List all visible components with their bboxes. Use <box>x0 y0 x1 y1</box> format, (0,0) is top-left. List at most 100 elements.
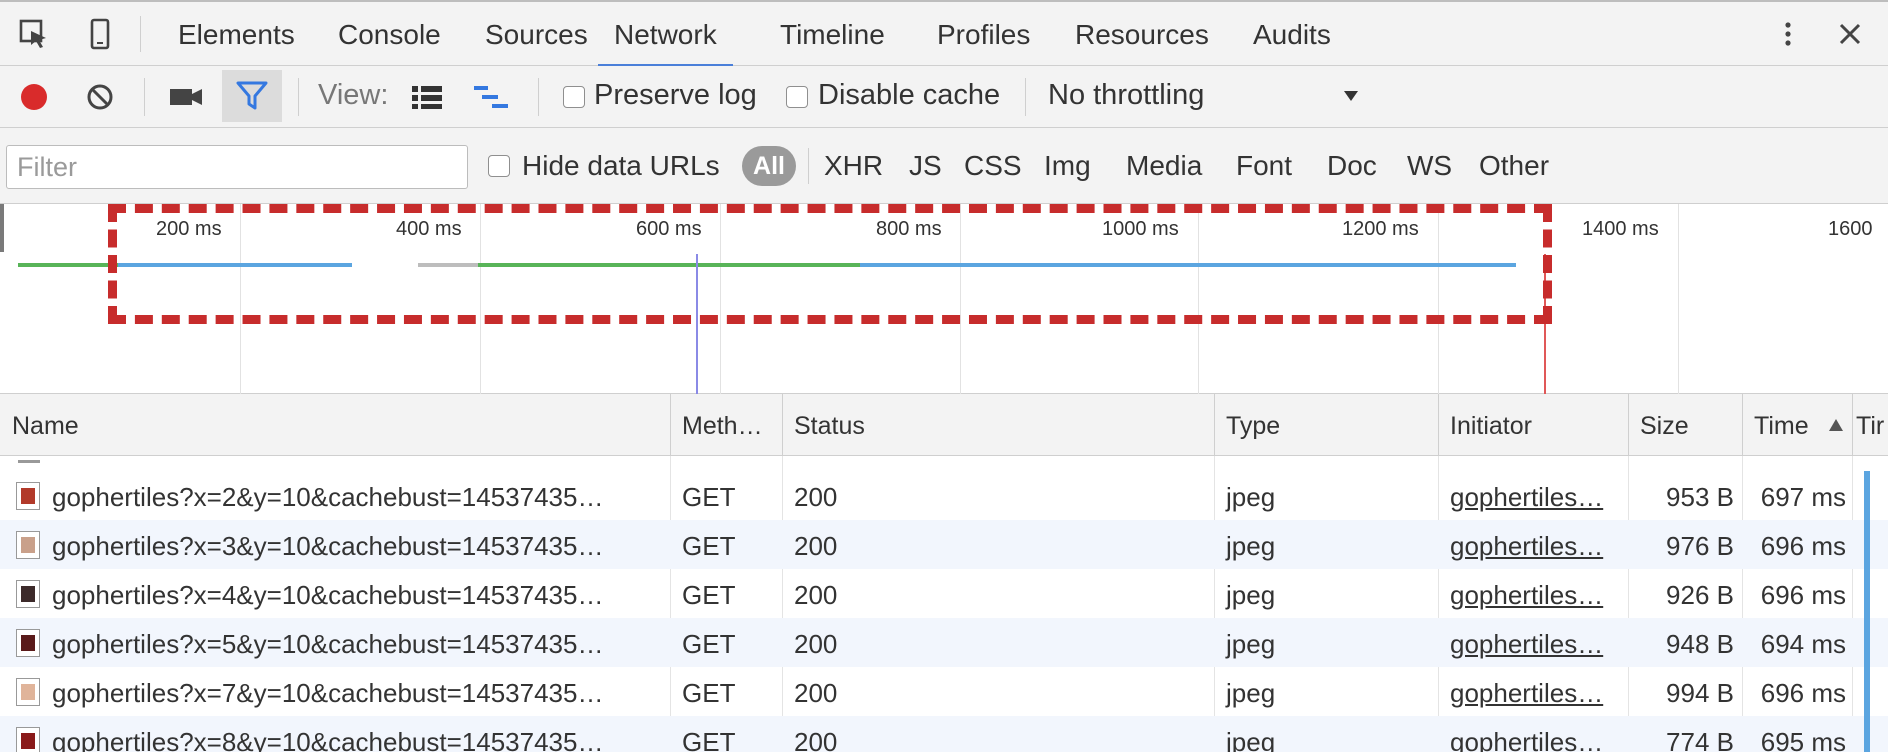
cell-name: gophertiles?x=3&y=10&cachebust=14537435… <box>52 531 604 561</box>
row-timeline-bar <box>1864 471 1870 520</box>
filter-type-ws[interactable]: WS <box>1407 150 1452 182</box>
close-icon[interactable] <box>1834 18 1866 50</box>
filter-type-other[interactable]: Other <box>1479 150 1549 182</box>
highlight-annotation-box <box>108 204 1552 324</box>
cell-size: 976 B <box>1666 531 1734 561</box>
network-table-body: gophertiles?x=2&y=10&cachebust=14537435…… <box>0 456 1888 752</box>
cell-type: jpeg <box>1226 580 1276 610</box>
cell-initiator[interactable]: gophertiles… <box>1450 482 1603 513</box>
tab-resources[interactable]: Resources <box>1075 16 1209 66</box>
tab-elements[interactable]: Elements <box>178 16 295 66</box>
camera-icon[interactable] <box>168 83 204 116</box>
tab-timeline[interactable]: Timeline <box>780 16 885 66</box>
cell-initiator[interactable]: gophertiles… <box>1450 531 1603 562</box>
cell-time: 695 ms <box>1760 727 1846 752</box>
toolbar-separator <box>144 78 145 116</box>
column-header-type[interactable]: Type <box>1226 412 1280 441</box>
disable-cache-checkbox[interactable] <box>786 86 808 108</box>
image-thumbnail-icon <box>16 482 40 510</box>
column-divider[interactable] <box>1628 394 1629 456</box>
list-view-icon[interactable] <box>410 83 444 116</box>
filter-type-media[interactable]: Media <box>1126 150 1202 182</box>
throttling-select[interactable]: No throttling <box>1042 72 1382 122</box>
table-row[interactable]: gophertiles?x=3&y=10&cachebust=14537435…… <box>0 520 1888 569</box>
cell-method: GET <box>682 727 736 752</box>
filter-type-css[interactable]: CSS <box>964 150 1022 182</box>
more-vertical-icon[interactable] <box>1772 18 1804 50</box>
cell-time: 696 ms <box>1760 678 1846 708</box>
cell-type: jpeg <box>1226 678 1276 708</box>
table-row[interactable]: gophertiles?x=4&y=10&cachebust=14537435…… <box>0 569 1888 618</box>
column-header-method[interactable]: Meth… <box>682 412 763 441</box>
cell-time: 696 ms <box>1760 531 1846 561</box>
table-row[interactable]: gophertiles?x=2&y=10&cachebust=14537435…… <box>0 471 1888 520</box>
tab-audits[interactable]: Audits <box>1253 16 1331 66</box>
cell-initiator[interactable]: gophertiles… <box>1450 727 1603 752</box>
column-header-time[interactable]: Time <box>1754 412 1809 441</box>
clear-icon[interactable] <box>84 81 116 118</box>
filter-input[interactable] <box>6 145 468 189</box>
column-header-name[interactable]: Name <box>12 412 79 441</box>
cell-size: 926 B <box>1666 580 1734 610</box>
overview-left-handle[interactable] <box>0 204 4 252</box>
column-divider[interactable] <box>1852 394 1853 456</box>
cell-initiator[interactable]: gophertiles… <box>1450 678 1603 709</box>
column-divider[interactable] <box>1214 394 1215 456</box>
overview-waiting-bar <box>18 263 118 267</box>
column-header-timeline[interactable]: Tir <box>1856 412 1884 441</box>
cell-name: gophertiles?x=4&y=10&cachebust=14537435… <box>52 580 604 610</box>
cell-method: GET <box>682 678 736 708</box>
row-timeline-bar <box>1864 618 1870 667</box>
image-thumbnail-icon <box>16 678 40 706</box>
table-row[interactable]: gophertiles?x=7&y=10&cachebust=14537435…… <box>0 667 1888 716</box>
cell-type: jpeg <box>1226 531 1276 561</box>
cell-size: 948 B <box>1666 629 1734 659</box>
image-thumbnail-icon <box>16 727 40 752</box>
filter-separator <box>808 148 809 184</box>
image-thumbnail-icon <box>16 580 40 608</box>
column-header-status[interactable]: Status <box>794 412 865 441</box>
inspect-element-icon[interactable] <box>18 18 50 50</box>
network-table-header: Name Meth… Status Type Initiator Size Ti… <box>0 394 1888 456</box>
sort-ascending-icon <box>1828 418 1844 437</box>
cell-time: 696 ms <box>1760 580 1846 610</box>
tab-sources[interactable]: Sources <box>485 16 588 66</box>
column-header-initiator[interactable]: Initiator <box>1450 412 1532 441</box>
filter-type-img[interactable]: Img <box>1044 150 1091 182</box>
tab-profiles[interactable]: Profiles <box>937 16 1030 66</box>
filter-type-all[interactable]: All <box>742 146 796 186</box>
network-overview[interactable]: 200 ms 400 ms 600 ms 800 ms 1000 ms 1200… <box>0 204 1888 394</box>
cell-initiator[interactable]: gophertiles… <box>1450 629 1603 660</box>
filter-toggle-button[interactable] <box>222 70 282 122</box>
column-divider[interactable] <box>670 394 671 456</box>
column-divider[interactable] <box>782 394 783 456</box>
filter-type-js[interactable]: JS <box>909 150 942 182</box>
cell-status: 200 <box>794 580 838 610</box>
column-header-size[interactable]: Size <box>1640 412 1689 441</box>
filter-type-xhr[interactable]: XHR <box>824 150 883 182</box>
row-timeline-bar <box>1864 520 1870 569</box>
table-row[interactable]: gophertiles?x=8&y=10&cachebust=14537435…… <box>0 716 1888 752</box>
filter-type-doc[interactable]: Doc <box>1327 150 1377 182</box>
table-row[interactable]: gophertiles?x=5&y=10&cachebust=14537435…… <box>0 618 1888 667</box>
cell-name: gophertiles?x=8&y=10&cachebust=14537435… <box>52 727 604 752</box>
record-icon[interactable] <box>18 81 50 118</box>
cell-method: GET <box>682 629 736 659</box>
image-thumbnail-icon <box>16 629 40 657</box>
cell-initiator[interactable]: gophertiles… <box>1450 580 1603 611</box>
column-divider[interactable] <box>1438 394 1439 456</box>
cell-size: 774 B <box>1666 727 1734 752</box>
tab-console[interactable]: Console <box>338 16 441 66</box>
cell-type: jpeg <box>1226 482 1276 512</box>
column-divider[interactable] <box>1742 394 1743 456</box>
dropdown-arrow-icon <box>1342 89 1360 108</box>
toolbar-separator <box>298 78 299 116</box>
preserve-log-checkbox[interactable] <box>563 86 585 108</box>
tab-network[interactable]: Network <box>598 16 733 67</box>
device-mode-icon[interactable] <box>84 18 116 50</box>
hide-data-urls-checkbox[interactable] <box>488 155 510 177</box>
cell-status: 200 <box>794 629 838 659</box>
waterfall-view-icon[interactable] <box>472 81 512 118</box>
cell-time: 694 ms <box>1760 629 1846 659</box>
filter-type-font[interactable]: Font <box>1236 150 1292 182</box>
